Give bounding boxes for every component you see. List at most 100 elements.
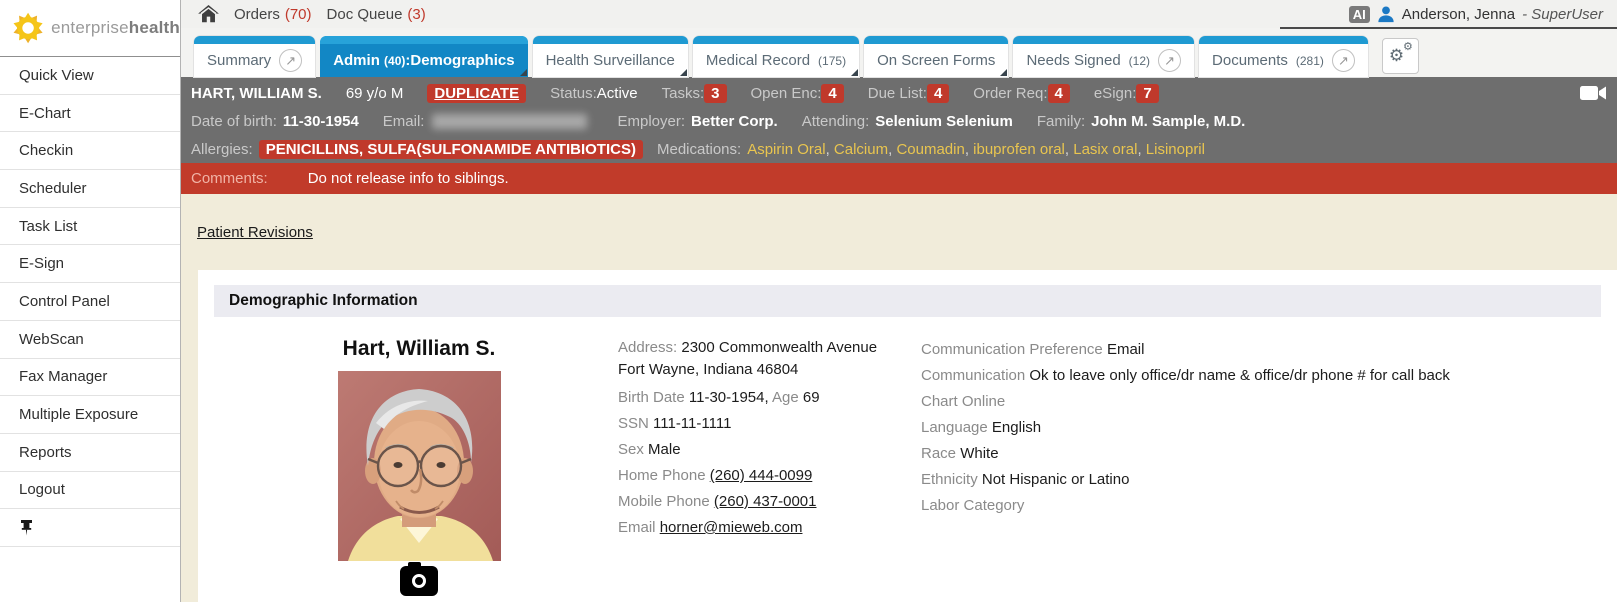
demographics-panel: Demographic Information Hart, William S. <box>198 270 1617 602</box>
communication-preference-field: Communication Preference Email <box>921 337 1617 363</box>
attending-value: Selenium Selenium <box>875 113 1013 130</box>
demographics-column-left: Address: 2300 Commonwealth Avenue Fort W… <box>618 337 921 596</box>
tab-dropdown-corner <box>680 69 687 76</box>
sidebar-item-e-sign[interactable]: E-Sign <box>0 245 180 283</box>
esign-count-badge[interactable]: 7 <box>1136 84 1158 103</box>
sidebar: enterprisehealth Quick View E-Chart Chec… <box>0 0 181 602</box>
sidebar-item-quick-view[interactable]: Quick View <box>0 57 180 95</box>
email-redacted-value <box>432 114 587 129</box>
sidebar-item-reports[interactable]: Reports <box>0 434 180 472</box>
sidebar-item-webscan[interactable]: WebScan <box>0 321 180 359</box>
status-label: Status: <box>550 85 597 102</box>
open-in-new-icon[interactable]: ↗ <box>1158 49 1181 72</box>
due-list-count-badge[interactable]: 4 <box>927 84 949 103</box>
tasks-count-badge[interactable]: 3 <box>704 84 726 103</box>
tab-needs-signed[interactable]: Needs Signed (12) ↗ <box>1013 36 1194 77</box>
patient-display-name: Hart, William S. <box>343 337 496 361</box>
race-field: Race White <box>921 441 1617 467</box>
patient-banner-row-3: Allergies: PENICILLINS, SULFA(SULFONAMID… <box>181 135 1617 163</box>
medication-link[interactable]: Calcium <box>834 141 888 158</box>
sidebar-item-fax-manager[interactable]: Fax Manager <box>0 359 180 397</box>
patient-revisions-link[interactable]: Patient Revisions <box>197 224 313 241</box>
orders-link[interactable]: Orders(70) <box>234 6 312 23</box>
chart-tab-bar: Summary ↗ Admin (40):Demographics Health… <box>181 28 1617 77</box>
comments-text: Do not release info to siblings. <box>308 170 509 187</box>
mobile-phone-field: Mobile Phone (260) 437-0001 <box>618 489 921 515</box>
chart-online-field: Chart Online <box>921 389 1617 415</box>
tab-health-surveillance[interactable]: Health Surveillance <box>533 36 688 77</box>
ethnicity-field: Ethnicity Not Hispanic or Latino <box>921 467 1617 493</box>
open-in-new-icon[interactable]: ↗ <box>1332 49 1355 72</box>
esign-label: eSign: <box>1094 85 1137 102</box>
comments-bar: Comments: Do not release info to sibling… <box>181 163 1617 194</box>
brand-logo: enterprisehealth <box>0 0 180 57</box>
video-camera-icon[interactable] <box>1580 84 1607 102</box>
home-icon[interactable] <box>198 5 219 24</box>
gear-icon: ⚙ <box>1389 47 1404 64</box>
tab-settings-button[interactable]: ⚙ ⚙ <box>1382 38 1419 74</box>
tab-admin-demographics[interactable]: Admin (40):Demographics <box>320 36 527 77</box>
sidebar-item-task-list[interactable]: Task List <box>0 208 180 246</box>
communication-field: Communication Ok to leave only office/dr… <box>921 363 1617 389</box>
email-field: Email horner@mieweb.com <box>618 515 921 541</box>
duplicate-badge[interactable]: DUPLICATE <box>427 84 526 103</box>
dob-label: Date of birth: <box>191 113 277 130</box>
brand-name: enterprisehealth <box>51 18 180 38</box>
upload-photo-button[interactable] <box>400 566 438 596</box>
open-enc-label: Open Enc: <box>751 85 822 102</box>
medication-link[interactable]: Lasix oral <box>1073 141 1137 158</box>
sidebar-pin-toggle[interactable] <box>0 509 180 547</box>
doc-queue-link[interactable]: Doc Queue(3) <box>327 6 426 23</box>
panel-title: Demographic Information <box>214 285 1601 317</box>
sidebar-item-scheduler[interactable]: Scheduler <box>0 170 180 208</box>
family-label: Family: <box>1037 113 1085 130</box>
medications-label: Medications: <box>657 141 741 158</box>
order-req-count-badge[interactable]: 4 <box>1048 84 1070 103</box>
medications-list: Aspirin Oral, Calcium, Coumadin, ibuprof… <box>747 141 1205 158</box>
mobile-phone-link[interactable]: (260) 437-0001 <box>714 493 817 510</box>
medication-link[interactable]: Coumadin <box>896 141 964 158</box>
user-role: - SuperUser <box>1522 6 1603 23</box>
camera-lens-icon <box>412 574 426 588</box>
email-link[interactable]: horner@mieweb.com <box>660 519 803 536</box>
ai-badge[interactable]: AI <box>1349 6 1370 23</box>
tab-on-screen-forms[interactable]: On Screen Forms <box>864 36 1008 77</box>
main-content: Patient Revisions Demographic Informatio… <box>181 194 1617 602</box>
comments-label: Comments: <box>181 170 268 187</box>
labor-category-field: Labor Category <box>921 493 1617 519</box>
sidebar-item-e-chart[interactable]: E-Chart <box>0 95 180 133</box>
tab-documents[interactable]: Documents (281) ↗ <box>1199 36 1368 77</box>
medication-link[interactable]: Aspirin Oral <box>747 141 825 158</box>
patient-photo-column: Hart, William S. <box>198 337 618 596</box>
open-enc-count-badge[interactable]: 4 <box>821 84 843 103</box>
home-phone-link[interactable]: (260) 444-0099 <box>710 467 813 484</box>
patient-photo <box>338 371 501 561</box>
medication-link[interactable]: ibuprofen oral <box>973 141 1065 158</box>
family-value: John M. Sample, M.D. <box>1091 113 1245 130</box>
allergies-label: Allergies: <box>191 141 253 158</box>
employer-label: Employer: <box>617 113 685 130</box>
tab-dropdown-corner <box>851 69 858 76</box>
user-name[interactable]: Anderson, Jenna <box>1402 6 1515 23</box>
home-phone-field: Home Phone (260) 444-0099 <box>618 463 921 489</box>
sidebar-item-control-panel[interactable]: Control Panel <box>0 283 180 321</box>
sidebar-item-logout[interactable]: Logout <box>0 472 180 510</box>
allergies-badge[interactable]: PENICILLINS, SULFA(SULFONAMIDE ANTIBIOTI… <box>259 140 643 159</box>
medication-link[interactable]: Lisinopril <box>1146 141 1205 158</box>
patient-age-sex: 69 y/o M <box>346 85 404 102</box>
patient-banner-row-2: Date of birth: 11-30-1954 Email: Employe… <box>181 107 1617 135</box>
language-field: Language English <box>921 415 1617 441</box>
open-in-new-icon[interactable]: ↗ <box>279 49 302 72</box>
tab-summary[interactable]: Summary ↗ <box>194 36 315 77</box>
dob-value: 11-30-1954 <box>283 113 359 130</box>
sunburst-logo-icon <box>12 7 44 49</box>
sidebar-item-checkin[interactable]: Checkin <box>0 132 180 170</box>
sidebar-item-multiple-exposure[interactable]: Multiple Exposure <box>0 396 180 434</box>
tasks-label: Tasks: <box>662 85 705 102</box>
tab-medical-record[interactable]: Medical Record (175) <box>693 36 859 77</box>
employer-value: Better Corp. <box>691 113 778 130</box>
user-icon <box>1377 5 1395 23</box>
banner-email-label: Email: <box>383 113 425 130</box>
gear-icon: ⚙ <box>1403 42 1413 53</box>
birth-date-field: Birth Date 11-30-1954, Age 69 <box>618 385 921 411</box>
